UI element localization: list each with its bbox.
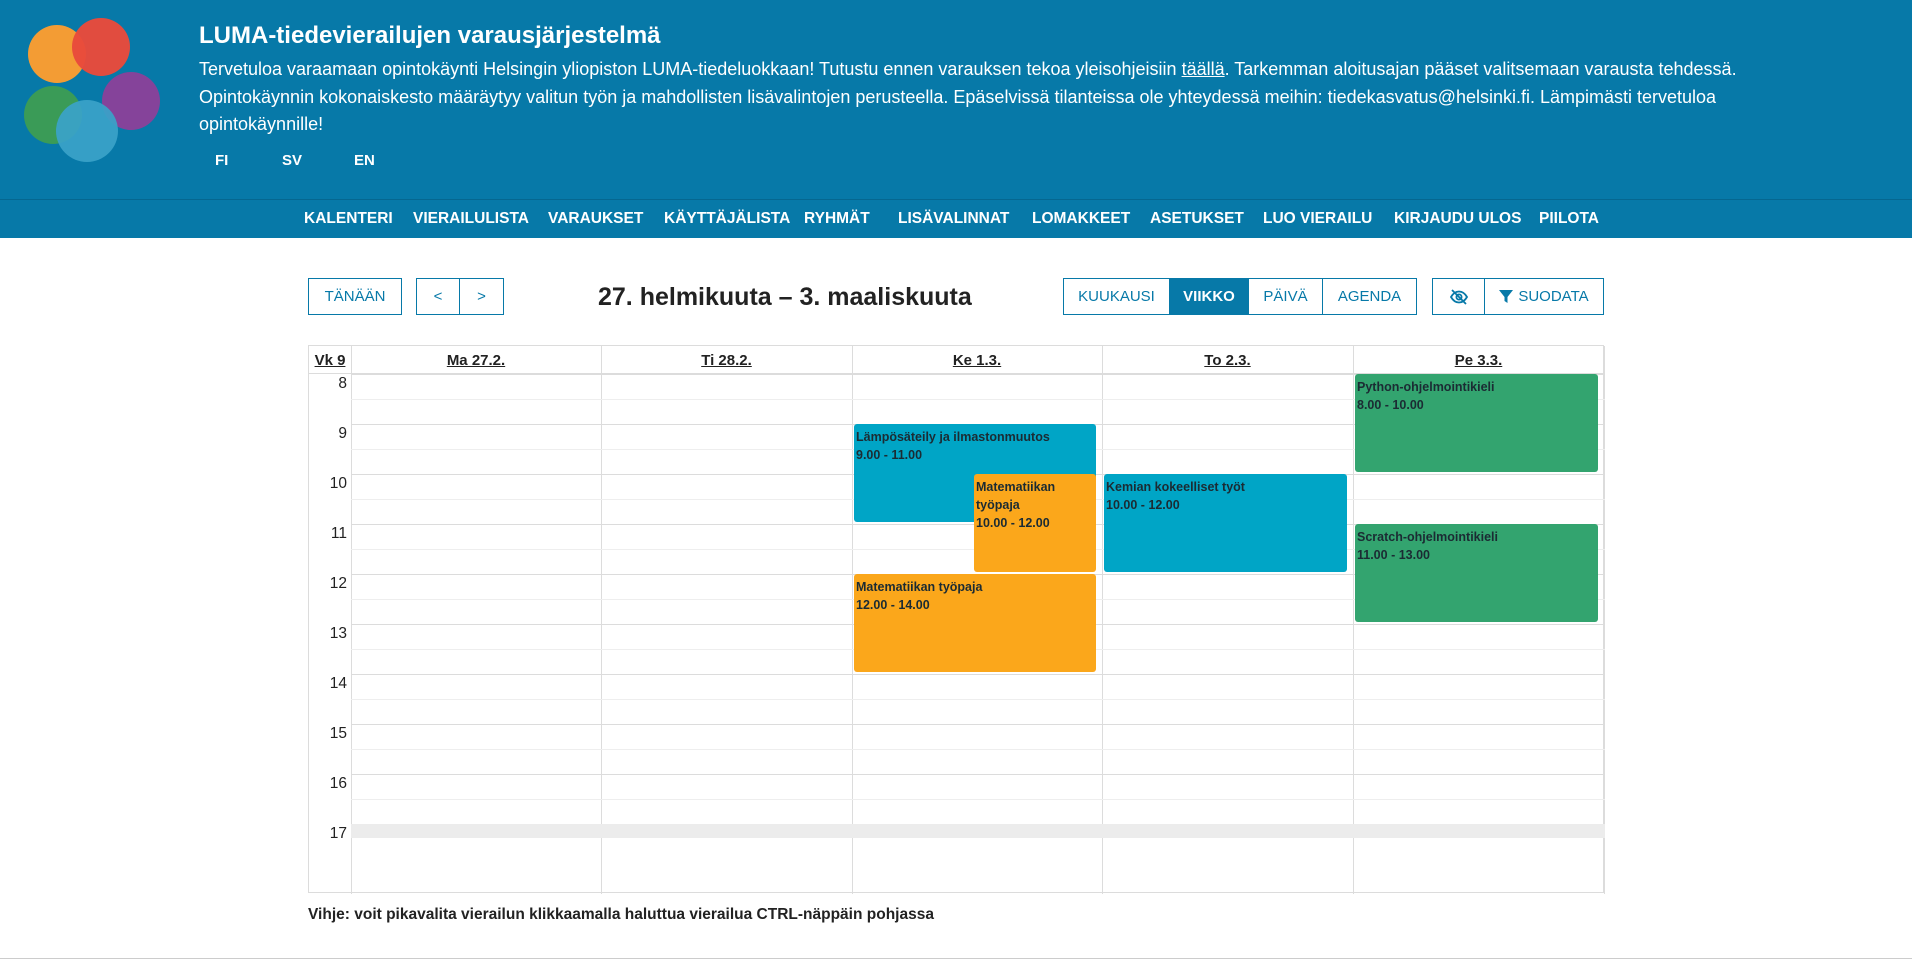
day-column-divider xyxy=(351,346,352,894)
calendar-event[interactable]: Python-ohjelmointikieli 8.00 - 10.00 xyxy=(1355,374,1598,472)
calendar-event[interactable]: Kemian kokeelliset työt 10.00 - 12.00 xyxy=(1104,474,1347,572)
eye-slash-icon xyxy=(1449,288,1468,305)
hint-text: Vihje: voit pikavalita vierailun klikkaa… xyxy=(308,906,934,923)
page-title: LUMA-tiedevierailujen varausjärjestelmä xyxy=(199,22,661,49)
hour-line xyxy=(351,724,1605,725)
footer-divider xyxy=(0,958,1912,959)
lang-fi[interactable]: FI xyxy=(215,152,228,169)
day-header-wed[interactable]: Ke 1.3. xyxy=(852,346,1102,374)
calendar-event[interactable]: Scratch-ohjelmointikieli 11.00 - 13.00 xyxy=(1355,524,1598,622)
nav-lisavalinnat[interactable]: LISÄVALINNAT xyxy=(898,210,1009,228)
day-column-divider xyxy=(601,346,602,894)
filter-label: SUODATA xyxy=(1518,288,1589,305)
event-time: 8.00 - 10.00 xyxy=(1357,398,1424,412)
date-range-title: 27. helmikuuta – 3. maaliskuuta xyxy=(598,283,972,311)
event-time: 10.00 - 12.00 xyxy=(1106,498,1180,512)
day-column-divider xyxy=(852,346,853,894)
day-header-tue[interactable]: Ti 28.2. xyxy=(601,346,852,374)
day-column-divider xyxy=(1604,346,1605,894)
hour-label: 14 xyxy=(329,675,347,692)
lang-en[interactable]: EN xyxy=(354,152,375,169)
event-title: Python-ohjelmointikieli xyxy=(1357,380,1495,394)
event-time: 12.00 - 14.00 xyxy=(856,598,930,612)
day-column-divider xyxy=(1353,346,1354,894)
hour-label: 15 xyxy=(329,725,347,742)
hour-line xyxy=(351,774,1605,775)
hour-label: 11 xyxy=(330,525,347,542)
intro-text: Tervetuloa varaamaan opintokäynti Helsin… xyxy=(199,56,1739,139)
event-time: 10.00 - 12.00 xyxy=(976,516,1050,530)
calendar-event[interactable]: Matematiikan työpaja 10.00 - 12.00 xyxy=(974,474,1096,572)
hour-label: 10 xyxy=(329,475,347,492)
luma-logo xyxy=(16,18,182,180)
nav-vierailulista[interactable]: VIERAILULISTA xyxy=(413,210,529,228)
event-title: Matematiikan työpaja xyxy=(856,580,983,594)
half-hour-line xyxy=(351,699,1605,700)
calendar-event[interactable]: Matematiikan työpaja 12.00 - 14.00 xyxy=(854,574,1096,672)
today-button[interactable]: TÄNÄÄN xyxy=(308,278,402,315)
nav-kalenteri[interactable]: KALENTERI xyxy=(304,210,393,228)
event-time: 9.00 - 11.00 xyxy=(856,448,923,462)
day-column-divider xyxy=(1102,346,1103,894)
week-calendar: Vk 9 Ma 27.2. Ti 28.2. Ke 1.3. To 2.3. P… xyxy=(308,345,1605,894)
week-number[interactable]: Vk 9 xyxy=(309,346,351,374)
site-header: LUMA-tiedevierailujen varausjärjestelmä … xyxy=(0,0,1912,199)
hour-label: 16 xyxy=(329,775,347,792)
day-header-fri[interactable]: Pe 3.3. xyxy=(1353,346,1604,374)
end-of-day-band xyxy=(351,824,1605,838)
filter-button[interactable]: SUODATA xyxy=(1484,278,1604,315)
nav-kirjaudu-ulos[interactable]: KIRJAUDU ULOS xyxy=(1394,210,1521,228)
instructions-link[interactable]: täällä xyxy=(1182,59,1225,79)
nav-ryhmat[interactable]: RYHMÄT xyxy=(804,210,870,228)
hour-label: 13 xyxy=(329,625,347,642)
hide-toggle-button[interactable] xyxy=(1432,278,1485,315)
hour-line xyxy=(351,674,1605,675)
main-nav: KALENTERI VIERAILULISTA VARAUKSET KÄYTTÄ… xyxy=(0,199,1912,238)
hour-label: 17 xyxy=(329,825,347,842)
prev-week-button[interactable]: < xyxy=(416,278,460,315)
nav-asetukset[interactable]: ASETUKSET xyxy=(1150,210,1244,228)
lang-sv[interactable]: SV xyxy=(282,152,302,169)
next-week-button[interactable]: > xyxy=(459,278,504,315)
event-title: Lämpösäteily ja ilmastonmuutos xyxy=(856,430,1050,444)
view-day-button[interactable]: PÄIVÄ xyxy=(1248,278,1323,315)
filter-icon xyxy=(1499,289,1514,303)
hour-label: 9 xyxy=(338,425,347,442)
hour-label: 8 xyxy=(338,375,347,392)
nav-varaukset[interactable]: VARAUKSET xyxy=(548,210,643,228)
half-hour-line xyxy=(351,749,1605,750)
view-week-button[interactable]: VIIKKO xyxy=(1169,278,1249,315)
view-month-button[interactable]: KUUKAUSI xyxy=(1063,278,1170,315)
day-header-mon[interactable]: Ma 27.2. xyxy=(351,346,601,374)
nav-lomakkeet[interactable]: LOMAKKEET xyxy=(1032,210,1130,228)
event-title: Matematiikan työpaja xyxy=(976,480,1056,512)
nav-luo-vierailu[interactable]: LUO VIERAILU xyxy=(1263,210,1372,228)
intro-text-start: Tervetuloa varaamaan opintokäynti Helsin… xyxy=(199,59,1182,79)
event-title: Scratch-ohjelmointikieli xyxy=(1357,530,1499,544)
hour-label: 12 xyxy=(329,575,347,592)
view-agenda-button[interactable]: AGENDA xyxy=(1322,278,1417,315)
half-hour-line xyxy=(351,799,1605,800)
nav-piilota[interactable]: PIILOTA xyxy=(1539,210,1599,228)
day-header-thu[interactable]: To 2.3. xyxy=(1102,346,1353,374)
nav-kayttajalista[interactable]: KÄYTTÄJÄLISTA xyxy=(664,210,790,228)
event-time: 11.00 - 13.00 xyxy=(1357,548,1430,562)
event-title: Kemian kokeelliset työt xyxy=(1106,480,1245,494)
